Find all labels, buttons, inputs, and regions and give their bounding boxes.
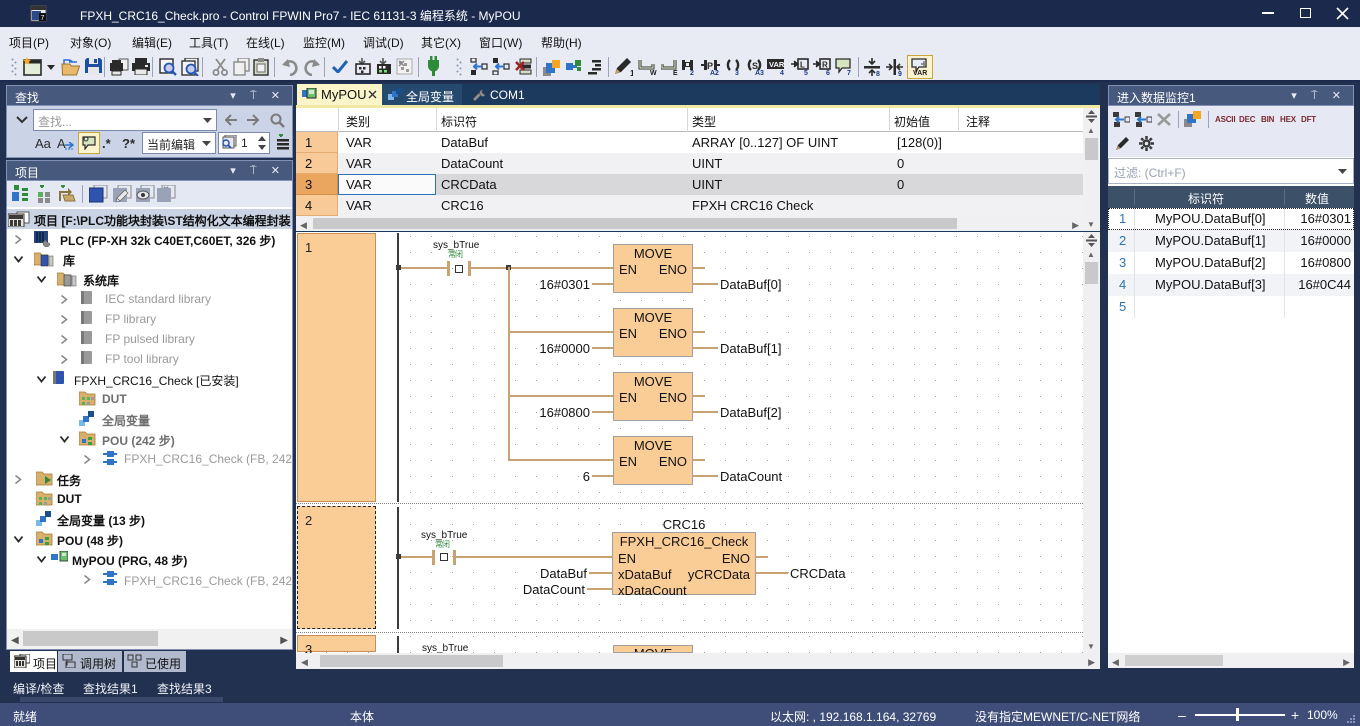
svg-text:W: W <box>650 70 657 75</box>
svg-text:3: 3 <box>735 70 739 75</box>
svg-text:A2: A2 <box>710 70 719 75</box>
svg-text:4: 4 <box>780 70 784 75</box>
svg-text:6: 6 <box>826 70 830 75</box>
svg-text:VAR: VAR <box>769 60 785 69</box>
svg-text:5: 5 <box>804 70 808 75</box>
svg-text:L: L <box>800 61 805 70</box>
svg-text:7: 7 <box>847 70 851 75</box>
svg-text:VAR: VAR <box>913 70 927 76</box>
svg-text:1: 1 <box>630 69 633 76</box>
svg-text:A3: A3 <box>755 70 764 75</box>
svg-text:9: 9 <box>898 71 902 76</box>
svg-text:7: 7 <box>41 15 45 22</box>
svg-text:R: R <box>822 61 828 70</box>
svg-text:2: 2 <box>690 70 694 75</box>
svg-text:E: E <box>673 70 678 75</box>
svg-text:8: 8 <box>876 71 880 76</box>
